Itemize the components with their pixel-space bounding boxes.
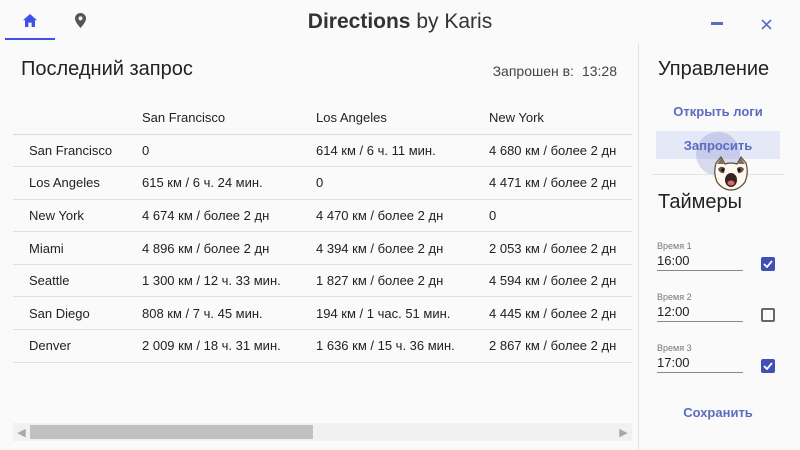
column-header: Los Angeles	[316, 102, 489, 135]
timer-input[interactable]: 16:00	[657, 253, 743, 271]
timer-label: Время 2	[657, 292, 692, 302]
last-request-title: Последний запрос	[21, 58, 193, 80]
timer-2: Время 2 12:00	[657, 292, 777, 322]
map-pin-icon	[74, 12, 86, 28]
table-cell: 4 674 км / более 2 дн	[142, 199, 316, 233]
tab-map[interactable]	[55, 0, 105, 40]
distance-table: San Francisco Los Angeles New York San F…	[13, 102, 632, 363]
table-cell: 2 867 км / более 2 дн	[489, 329, 632, 363]
table-cell: 614 км / 6 ч. 11 мин.	[316, 134, 489, 168]
table-cell: 2 009 км / 18 ч. 31 мин.	[142, 329, 316, 363]
horizontal-scrollbar[interactable]: ◀ ▶	[13, 423, 632, 441]
row-city: Seattle	[13, 264, 142, 298]
table-row: Los Angeles 615 км / 6 ч. 24 мин. 0 4 47…	[13, 166, 632, 200]
timer-1: Время 1 16:00	[657, 241, 777, 271]
table-header-row: San Francisco Los Angeles New York	[13, 102, 632, 135]
request-button-label: Запросить	[683, 137, 753, 153]
minimize-icon	[711, 22, 723, 25]
timer-input[interactable]: 12:00	[657, 304, 743, 322]
table-row: Denver 2 009 км / 18 ч. 31 мин. 1 636 км…	[13, 329, 632, 363]
scroll-left-icon[interactable]: ◀	[13, 423, 30, 441]
scroll-right-icon[interactable]: ▶	[615, 423, 632, 441]
table-cell: 0	[489, 199, 632, 233]
requested-at: Запрошен в: 13:28	[493, 63, 617, 79]
requested-label: Запрошен в:	[492, 63, 574, 79]
table-row: San Francisco 0 614 км / 6 ч. 11 мин. 4 …	[13, 134, 632, 168]
table-cell: 4 680 км / более 2 дн	[489, 134, 632, 168]
timer-input[interactable]: 17:00	[657, 355, 743, 373]
home-icon	[23, 13, 37, 27]
table-cell: 194 км / 1 час. 51 мин.	[316, 296, 489, 331]
control-title: Управление	[658, 58, 770, 80]
table-cell: 615 км / 6 ч. 24 мин.	[142, 166, 316, 200]
minimize-button[interactable]	[705, 12, 729, 36]
app-title: Directions by Karis	[0, 10, 800, 34]
row-city: New York	[13, 199, 142, 233]
row-city: San Francisco	[13, 134, 142, 168]
table-cell: 808 км / 7 ч. 45 мин.	[142, 296, 316, 331]
title-bar: Directions by Karis	[0, 0, 800, 44]
app-title-bold: Directions	[307, 10, 411, 33]
table-cell: 1 300 км / 12 ч. 33 мин.	[142, 264, 316, 298]
table-cell: 4 896 км / более 2 дн	[142, 231, 316, 265]
check-icon	[763, 260, 773, 268]
main-panel: Последний запрос Запрошен в: 13:28 San Fr…	[0, 44, 638, 450]
table-cell: 4 445 км / более 2 дн	[489, 296, 632, 331]
table-row: Seattle 1 300 км / 12 ч. 33 мин. 1 827 к…	[13, 264, 632, 298]
save-button[interactable]: Сохранить	[656, 398, 780, 426]
table-cell: 4 594 км / более 2 дн	[489, 264, 632, 298]
table-cell: 0	[316, 166, 489, 200]
table-cell: 4 394 км / более 2 дн	[316, 231, 489, 265]
requested-time: 13:28	[581, 63, 617, 79]
row-city: Denver	[13, 329, 142, 363]
table-cell: 4 471 км / более 2 дн	[489, 166, 632, 200]
table-cell: 2 053 км / более 2 дн	[489, 231, 632, 265]
check-icon	[763, 362, 773, 370]
column-header: New York	[489, 102, 632, 135]
timers-title: Таймеры	[658, 191, 742, 213]
column-header: San Francisco	[142, 102, 316, 135]
control-panel: Управление Открыть логи Запросить Таймер…	[639, 44, 800, 450]
row-city: Miami	[13, 231, 142, 265]
timer-3: Время 3 17:00	[657, 343, 777, 373]
row-city: San Diego	[13, 296, 142, 331]
timer-2-checkbox[interactable]	[761, 308, 775, 322]
close-icon	[760, 18, 772, 30]
scrollbar-thumb[interactable]	[30, 425, 313, 439]
table-cell: 4 470 км / более 2 дн	[316, 199, 489, 233]
table-row: San Diego 808 км / 7 ч. 45 мин. 194 км /…	[13, 296, 632, 331]
table-row: New York 4 674 км / более 2 дн 4 470 км …	[13, 199, 632, 233]
table-cell: 1 827 км / более 2 дн	[316, 264, 489, 298]
cat-mascot-icon	[714, 155, 748, 191]
timer-3-checkbox[interactable]	[761, 359, 775, 373]
timer-label: Время 1	[657, 241, 692, 251]
tab-home[interactable]	[5, 0, 55, 40]
timer-1-checkbox[interactable]	[761, 257, 775, 271]
app-title-rest: by Karis	[416, 10, 493, 33]
table-row: Miami 4 896 км / более 2 дн 4 394 км / б…	[13, 231, 632, 265]
timer-label: Время 3	[657, 343, 692, 353]
close-button[interactable]	[754, 12, 778, 36]
column-header	[13, 102, 142, 135]
row-city: Los Angeles	[13, 166, 142, 200]
table-cell: 1 636 км / 15 ч. 36 мин.	[316, 329, 489, 363]
table-cell: 0	[142, 134, 316, 168]
open-logs-button[interactable]: Открыть логи	[656, 97, 780, 125]
